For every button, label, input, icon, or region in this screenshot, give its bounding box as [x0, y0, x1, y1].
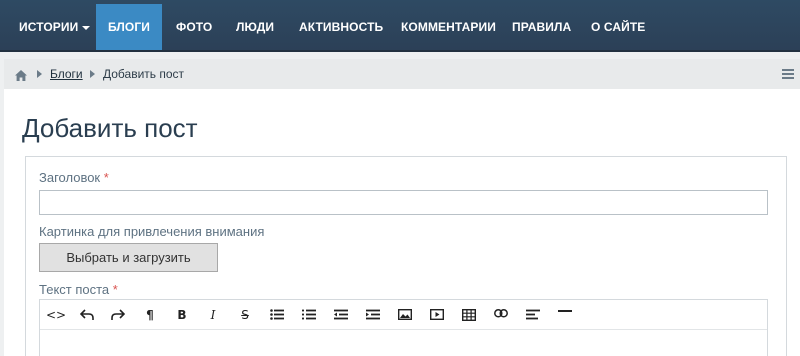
link-icon[interactable] — [490, 307, 512, 323]
nav-item-label: О САЙТЕ — [591, 20, 646, 34]
nav-item-comments[interactable]: КОММЕНТАРИИ — [401, 4, 496, 50]
redo-icon[interactable] — [107, 307, 129, 323]
nav-item-photo[interactable]: ФОТО — [176, 4, 212, 50]
nav-item-about[interactable]: О САЙТЕ — [591, 4, 645, 50]
table-icon[interactable] — [458, 307, 480, 323]
top-navigation: ИСТОРИИ БЛОГИ ФОТО ЛЮДИ АКТИВНОСТЬ КОММЕ… — [0, 0, 800, 52]
home-icon[interactable] — [15, 68, 27, 86]
nav-item-label: ЛЮДИ — [236, 20, 275, 34]
breadcrumb-current: Добавить пост — [103, 67, 185, 81]
strikethrough-icon[interactable]: S — [234, 307, 256, 323]
editor-toolbar: <> ¶ B I S — [40, 300, 767, 330]
nav-item-label: АКТИВНОСТЬ — [299, 20, 384, 34]
horizontal-rule-icon[interactable] — [554, 307, 576, 323]
nav-item-activity[interactable]: АКТИВНОСТЬ — [299, 4, 383, 50]
page-title: Добавить пост — [22, 113, 198, 143]
indent-icon[interactable] — [362, 307, 384, 323]
nav-item-label: ПРАВИЛА — [512, 20, 572, 34]
numbered-list-icon[interactable] — [298, 307, 320, 323]
breadcrumb: Блоги Добавить пост — [4, 59, 800, 89]
video-icon[interactable] — [426, 307, 448, 323]
bullet-list-icon[interactable] — [266, 307, 288, 323]
body-label-text: Текст поста — [39, 282, 110, 297]
nav-item-stories[interactable]: ИСТОРИИ — [19, 4, 91, 50]
menu-icon[interactable] — [782, 69, 794, 81]
breadcrumb-separator-icon — [37, 70, 42, 78]
image-field-label: Картинка для привлечения внимания — [39, 224, 265, 239]
required-mark: * — [103, 170, 109, 185]
outdent-icon[interactable] — [330, 307, 352, 323]
caret-down-icon — [82, 25, 91, 30]
post-form: Заголовок * Картинка для привлечения вни… — [25, 156, 787, 356]
title-input[interactable] — [39, 190, 768, 215]
title-label-text: Заголовок — [39, 170, 101, 185]
nav-item-rules[interactable]: ПРАВИЛА — [512, 4, 571, 50]
italic-icon[interactable]: I — [202, 307, 224, 323]
align-icon[interactable] — [522, 307, 544, 323]
breadcrumb-link-blogs[interactable]: Блоги — [50, 67, 83, 81]
main-content: Добавить пост Заголовок * Картинка для п… — [4, 89, 800, 356]
nav-item-label: БЛОГИ — [107, 20, 150, 34]
required-mark: * — [112, 282, 118, 297]
upload-image-button[interactable]: Выбрать и загрузить — [39, 243, 218, 272]
paragraph-icon[interactable]: ¶ — [139, 307, 161, 323]
nav-item-label: ФОТО — [176, 20, 213, 34]
nav-item-label: КОММЕНТАРИИ — [401, 20, 496, 34]
bold-icon[interactable]: B — [171, 307, 193, 323]
code-icon[interactable]: <> — [45, 307, 67, 323]
title-field-label: Заголовок * — [39, 170, 109, 185]
nav-item-label: ИСТОРИИ — [19, 20, 79, 34]
nav-item-blogs[interactable]: БЛОГИ — [96, 4, 162, 50]
body-field-label: Текст поста * — [39, 282, 118, 297]
image-icon[interactable] — [394, 307, 416, 323]
undo-icon[interactable] — [76, 307, 98, 323]
breadcrumb-separator-icon — [90, 70, 95, 78]
post-body-editor[interactable]: <> ¶ B I S — [39, 299, 768, 356]
nav-item-people[interactable]: ЛЮДИ — [236, 4, 274, 50]
